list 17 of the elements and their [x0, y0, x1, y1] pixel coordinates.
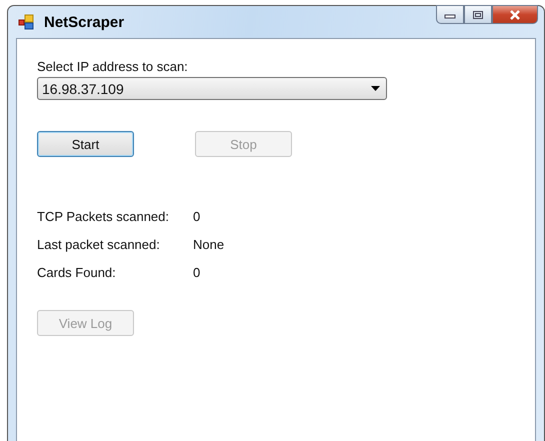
- stat-label: TCP Packets scanned:: [37, 209, 170, 224]
- stat-value: 0: [193, 209, 200, 224]
- app-icon: [18, 14, 34, 30]
- ip-address-dropdown[interactable]: 16.98.37.109: [37, 77, 387, 100]
- stat-label: Cards Found:: [37, 265, 117, 280]
- ip-select-label: Select IP address to scan:: [37, 59, 188, 74]
- close-icon: [508, 8, 522, 20]
- stat-value: None: [193, 237, 224, 252]
- stat-value: 0: [193, 265, 200, 280]
- maximize-icon: [472, 10, 484, 20]
- start-button[interactable]: Start: [37, 131, 134, 157]
- maximize-button[interactable]: [464, 5, 492, 24]
- stat-label: Last packet scanned:: [37, 237, 161, 252]
- minimize-button[interactable]: [436, 5, 464, 24]
- dropdown-arrow-icon: [371, 86, 380, 91]
- window-title: NetScraper: [44, 14, 124, 30]
- close-button[interactable]: [492, 5, 538, 24]
